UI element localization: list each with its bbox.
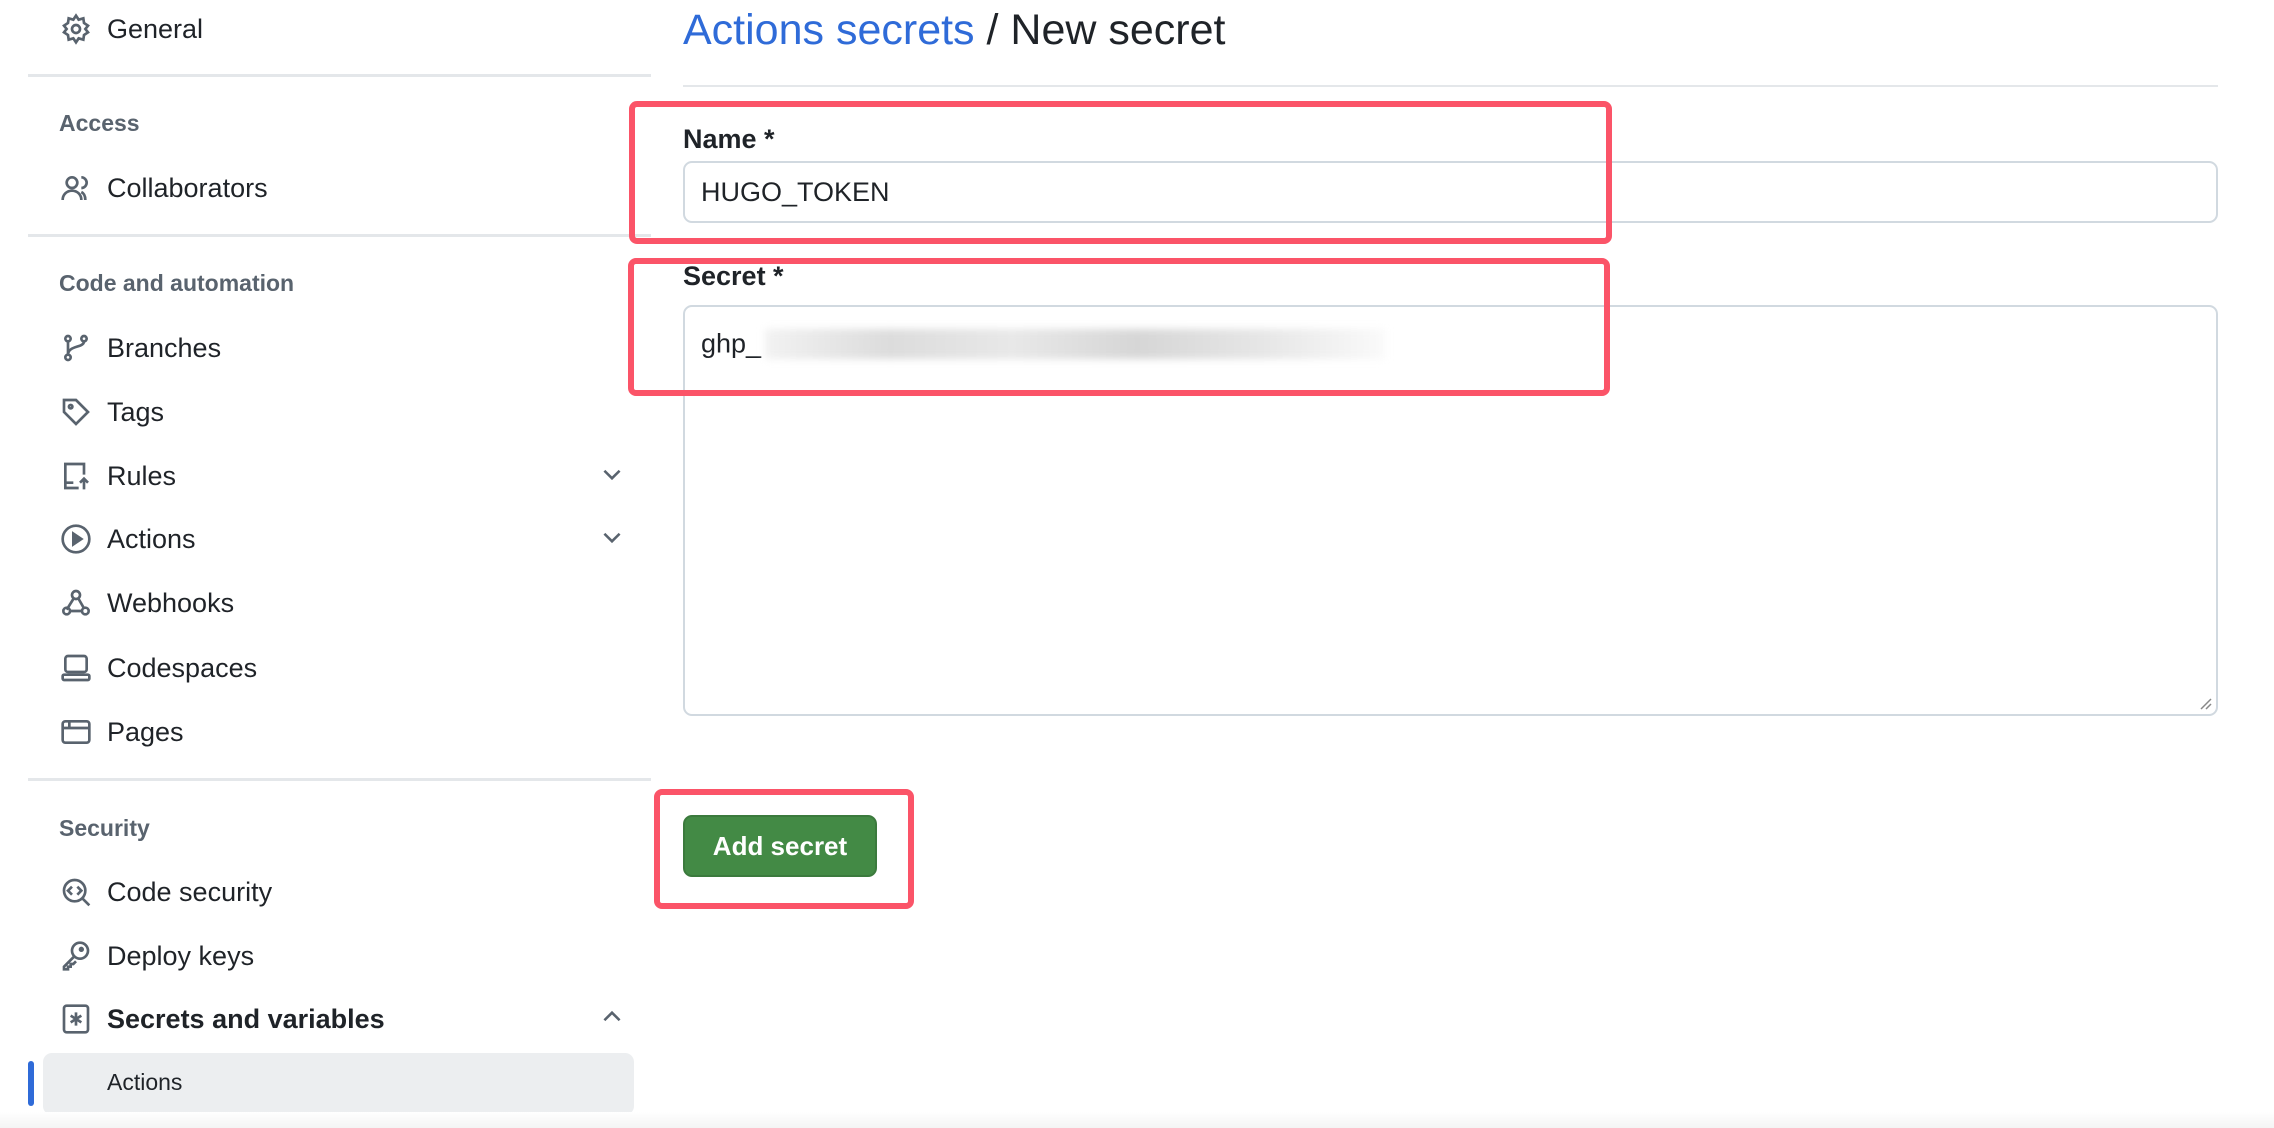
- codespaces-icon: [59, 651, 93, 685]
- tag-icon: [59, 395, 93, 429]
- sidebar-item-label: Code security: [107, 876, 273, 907]
- sidebar-subitem-actions[interactable]: Actions: [43, 1053, 634, 1115]
- sidebar-item-label: Tags: [107, 396, 165, 427]
- breadcrumb-separator: /: [974, 6, 1011, 54]
- resize-handle-icon[interactable]: [2196, 694, 2212, 710]
- section-security: Security: [59, 815, 150, 841]
- people-icon: [59, 171, 93, 205]
- sidebar-item-label: Secrets and variables: [107, 1003, 385, 1034]
- chevron-down-icon[interactable]: [599, 461, 629, 491]
- active-indicator: [28, 1061, 34, 1106]
- branch-icon: [59, 331, 93, 365]
- breadcrumb-current: New secret: [1010, 6, 1226, 54]
- sidebar-item-label: Collaborators: [107, 172, 268, 203]
- sidebar-item-actions[interactable]: Actions: [59, 514, 629, 564]
- sidebar-item-secrets-variables[interactable]: Secrets and variables: [59, 994, 629, 1044]
- sidebar-item-label: Pages: [107, 716, 184, 747]
- play-icon: [59, 522, 93, 556]
- sidebar-item-label: Branches: [107, 332, 222, 363]
- chevron-down-icon[interactable]: [599, 524, 629, 554]
- sidebar-divider: [28, 778, 651, 781]
- sidebar-item-rules[interactable]: Rules: [59, 451, 629, 501]
- code-security-icon: [59, 875, 93, 909]
- section-access: Access: [59, 110, 140, 136]
- sidebar-item-label: Actions: [107, 523, 196, 554]
- sidebar-item-label: General: [107, 13, 204, 44]
- key-icon: [59, 939, 93, 973]
- sidebar-divider: [28, 234, 651, 237]
- rules-icon: [59, 459, 93, 493]
- sidebar-item-webhooks[interactable]: Webhooks: [59, 578, 629, 628]
- sidebar-item-pages[interactable]: Pages: [59, 707, 629, 757]
- highlight-secret-field: [628, 258, 1610, 396]
- sidebar-item-label: Webhooks: [107, 587, 235, 618]
- sidebar-item-label: Rules: [107, 460, 177, 491]
- chevron-up-icon[interactable]: [599, 1004, 629, 1034]
- sidebar-item-collaborators[interactable]: Collaborators: [59, 163, 629, 213]
- sidebar-divider: [28, 74, 651, 77]
- sidebar-subitem-label: Actions: [107, 1069, 183, 1095]
- breadcrumb-actions-secrets[interactable]: Actions secrets: [683, 6, 975, 54]
- asterisk-icon: [59, 1002, 93, 1036]
- gear-icon: [59, 12, 93, 46]
- highlight-add-button: [654, 789, 914, 909]
- page-title: Actions secrets / New secret: [683, 6, 1225, 55]
- highlight-name-field: [629, 101, 1612, 244]
- sidebar-item-tags[interactable]: Tags: [59, 387, 629, 437]
- browser-icon: [59, 715, 93, 749]
- sidebar-item-code-security[interactable]: Code security: [59, 867, 629, 917]
- title-divider: [683, 85, 2218, 87]
- sidebar-item-label: Deploy keys: [107, 940, 255, 971]
- sidebar-item-label: Codespaces: [107, 652, 258, 683]
- sidebar-item-branches[interactable]: Branches: [59, 323, 629, 373]
- section-code-automation: Code and automation: [59, 270, 295, 296]
- sidebar-item-codespaces[interactable]: Codespaces: [59, 643, 629, 693]
- sidebar-item-deploy-keys[interactable]: Deploy keys: [59, 931, 629, 981]
- webhook-icon: [59, 586, 93, 620]
- sidebar-item-general[interactable]: General: [59, 4, 629, 54]
- bottom-fade: [0, 1112, 2274, 1128]
